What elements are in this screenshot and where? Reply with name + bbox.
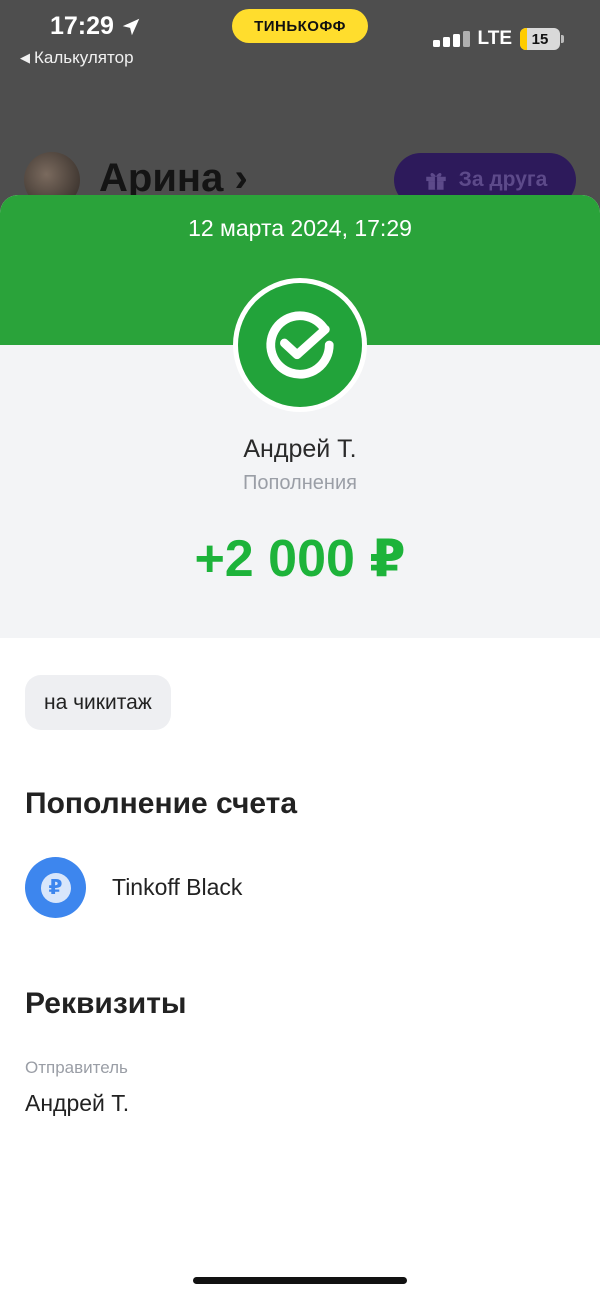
status-time: 17:29 [50, 12, 142, 41]
status-indicators: LTE 15 [432, 28, 564, 50]
back-app-label: Калькулятор [34, 48, 134, 67]
battery-level: 15 [531, 30, 549, 48]
back-to-app-link[interactable]: ◀ Калькулятор [20, 48, 134, 68]
account-section-title: Пополнение счета [25, 787, 298, 820]
transaction-amount: +2 000 ₽ [194, 530, 406, 588]
counterparty-name: Андрей Т. [243, 435, 357, 463]
home-indicator[interactable] [193, 1277, 407, 1284]
signal-icon [432, 31, 470, 47]
back-triangle-icon: ◀ [20, 50, 30, 65]
location-arrow-icon [122, 18, 140, 35]
profile-name-text: Арина [99, 156, 224, 200]
transaction-comment: на чикитаж [25, 675, 171, 730]
sender-value: Андрей Т. [25, 1090, 130, 1116]
transaction-sheet: 12 марта 2024, 17:29 Андрей Т. Пополнени… [0, 195, 600, 1297]
sender-bank-logo [233, 278, 367, 412]
check-logo-icon [266, 311, 334, 379]
details-section-title: Реквизиты [25, 987, 187, 1020]
transaction-category[interactable]: Пополнения [0, 472, 600, 495]
status-time-text: 17:29 [50, 12, 114, 40]
transaction-datetime: 12 марта 2024, 17:29 [188, 215, 412, 241]
account-row[interactable]: ₽ Tinkoff Black [25, 857, 242, 918]
account-name: Tinkoff Black [112, 874, 243, 900]
gift-button-label: За друга [458, 168, 548, 191]
ruble-icon: ₽ [25, 857, 86, 918]
battery-icon: 15 [520, 28, 564, 50]
brand-pill: ТИНЬКОФФ [232, 9, 368, 43]
gift-icon [425, 172, 446, 190]
network-type: LTE [477, 28, 512, 49]
sender-label: Отправитель [25, 1058, 128, 1077]
